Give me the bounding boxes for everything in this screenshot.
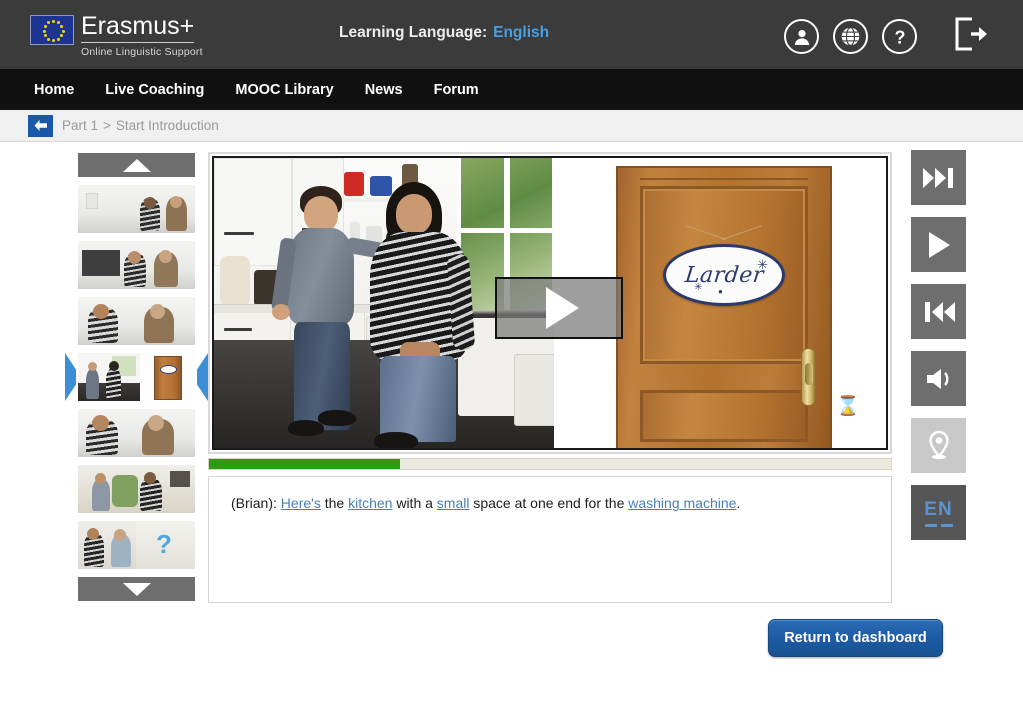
subtitle-lines-icon: [924, 523, 953, 527]
thumbnail-image: [76, 351, 197, 403]
eu-flag-icon: [30, 14, 74, 45]
learning-language-label: Learning Language:: [339, 24, 488, 41]
location-pin-button[interactable]: [911, 418, 966, 473]
brand-logo: Erasmus+ Online Linguistic Support: [30, 12, 203, 58]
thumbnail-image: [78, 409, 195, 457]
larder-door: Larder ✳ ✳ ●: [615, 166, 832, 448]
main-content: ? Larder ✳ ✳ ● ⌛ (Brian): Here's the kit…: [0, 142, 1023, 721]
language-toggle-button[interactable]: EN: [911, 485, 966, 540]
thumbnail-list: ?: [65, 185, 208, 569]
globe-icon[interactable]: [833, 19, 868, 54]
nav-item-home[interactable]: Home: [34, 82, 74, 98]
thumbnail-scroll-up-button[interactable]: [78, 153, 195, 177]
return-to-dashboard-button[interactable]: Return to dashboard: [768, 619, 943, 657]
transcript-speaker: (Brian):: [231, 495, 281, 511]
transcript-word: the: [320, 495, 349, 511]
svg-text:?: ?: [894, 27, 905, 47]
brand-subtitle: Online Linguistic Support: [81, 45, 203, 58]
list-item[interactable]: [78, 185, 195, 233]
larder-sign: Larder ✳ ✳ ●: [662, 244, 785, 306]
help-icon[interactable]: ?: [882, 19, 917, 54]
list-item[interactable]: [78, 297, 195, 345]
rewind-button[interactable]: [911, 284, 966, 339]
list-item[interactable]: [78, 241, 195, 289]
hourglass-icon: ⌛: [836, 396, 860, 417]
logout-icon[interactable]: [953, 17, 989, 56]
transcript-word: .: [736, 495, 741, 511]
thumbnail-image: [78, 185, 195, 233]
play-button[interactable]: [911, 217, 966, 272]
play-overlay-button[interactable]: [495, 277, 623, 339]
transcript-word-link[interactable]: Here's: [281, 495, 321, 511]
video-progress-bar[interactable]: [208, 458, 892, 470]
header-icon-group: ?: [784, 17, 989, 56]
nav-item-forum[interactable]: Forum: [434, 82, 479, 98]
thumbnail-image: [78, 465, 195, 513]
transcript-word-link[interactable]: washing machine: [628, 495, 736, 511]
user-profile-icon[interactable]: [784, 19, 819, 54]
transcript-word: space at one end for the: [469, 495, 629, 511]
transcript-text: (Brian): Here's the kitchen with a small…: [231, 493, 869, 513]
page-header: Erasmus+ Online Linguistic Support Learn…: [0, 0, 1023, 69]
door-handle: [800, 348, 816, 406]
breadcrumb: Part 1 > Start Introduction: [0, 110, 1023, 142]
thumbnail-rail: ?: [65, 153, 208, 601]
volume-button[interactable]: [911, 351, 966, 406]
fast-forward-button[interactable]: [911, 150, 966, 205]
language-toggle-label: EN: [924, 498, 953, 520]
thumbnail-image: [78, 241, 195, 289]
transcript-word-link[interactable]: kitchen: [348, 495, 392, 511]
video-player[interactable]: Larder ✳ ✳ ● ⌛: [208, 152, 892, 454]
transcript-word: with a: [392, 495, 437, 511]
nav-item-news[interactable]: News: [365, 82, 403, 98]
media-controls: EN: [911, 150, 966, 540]
list-item[interactable]: [78, 409, 195, 457]
thumbnail-image: ?: [78, 521, 195, 569]
thumbnail-image: [78, 297, 195, 345]
nav-item-live-coaching[interactable]: Live Coaching: [105, 82, 204, 98]
sign-string: [684, 231, 764, 245]
brand-title: Erasmus+: [81, 12, 195, 43]
list-item-selected[interactable]: [65, 351, 208, 403]
learning-language: Learning Language: English: [339, 24, 549, 42]
breadcrumb-text: Part 1 > Start Introduction: [62, 118, 219, 133]
transcript-word-link[interactable]: small: [437, 495, 470, 511]
thumbnail-scroll-down-button[interactable]: [78, 577, 195, 601]
back-arrow-icon[interactable]: [28, 114, 53, 137]
main-navigation: Home Live Coaching MOOC Library News For…: [0, 69, 1023, 110]
breadcrumb-part[interactable]: Part 1: [62, 118, 98, 133]
breadcrumb-separator: >: [103, 118, 111, 133]
list-item[interactable]: ?: [78, 521, 195, 569]
nav-item-mooc-library[interactable]: MOOC Library: [235, 82, 333, 98]
breadcrumb-current: Start Introduction: [115, 118, 219, 133]
list-item[interactable]: [78, 465, 195, 513]
video-progress-fill: [209, 459, 400, 469]
question-mark-icon: ?: [156, 529, 172, 559]
learning-language-value: English: [493, 24, 550, 41]
transcript-panel: (Brian): Here's the kitchen with a small…: [208, 476, 892, 603]
